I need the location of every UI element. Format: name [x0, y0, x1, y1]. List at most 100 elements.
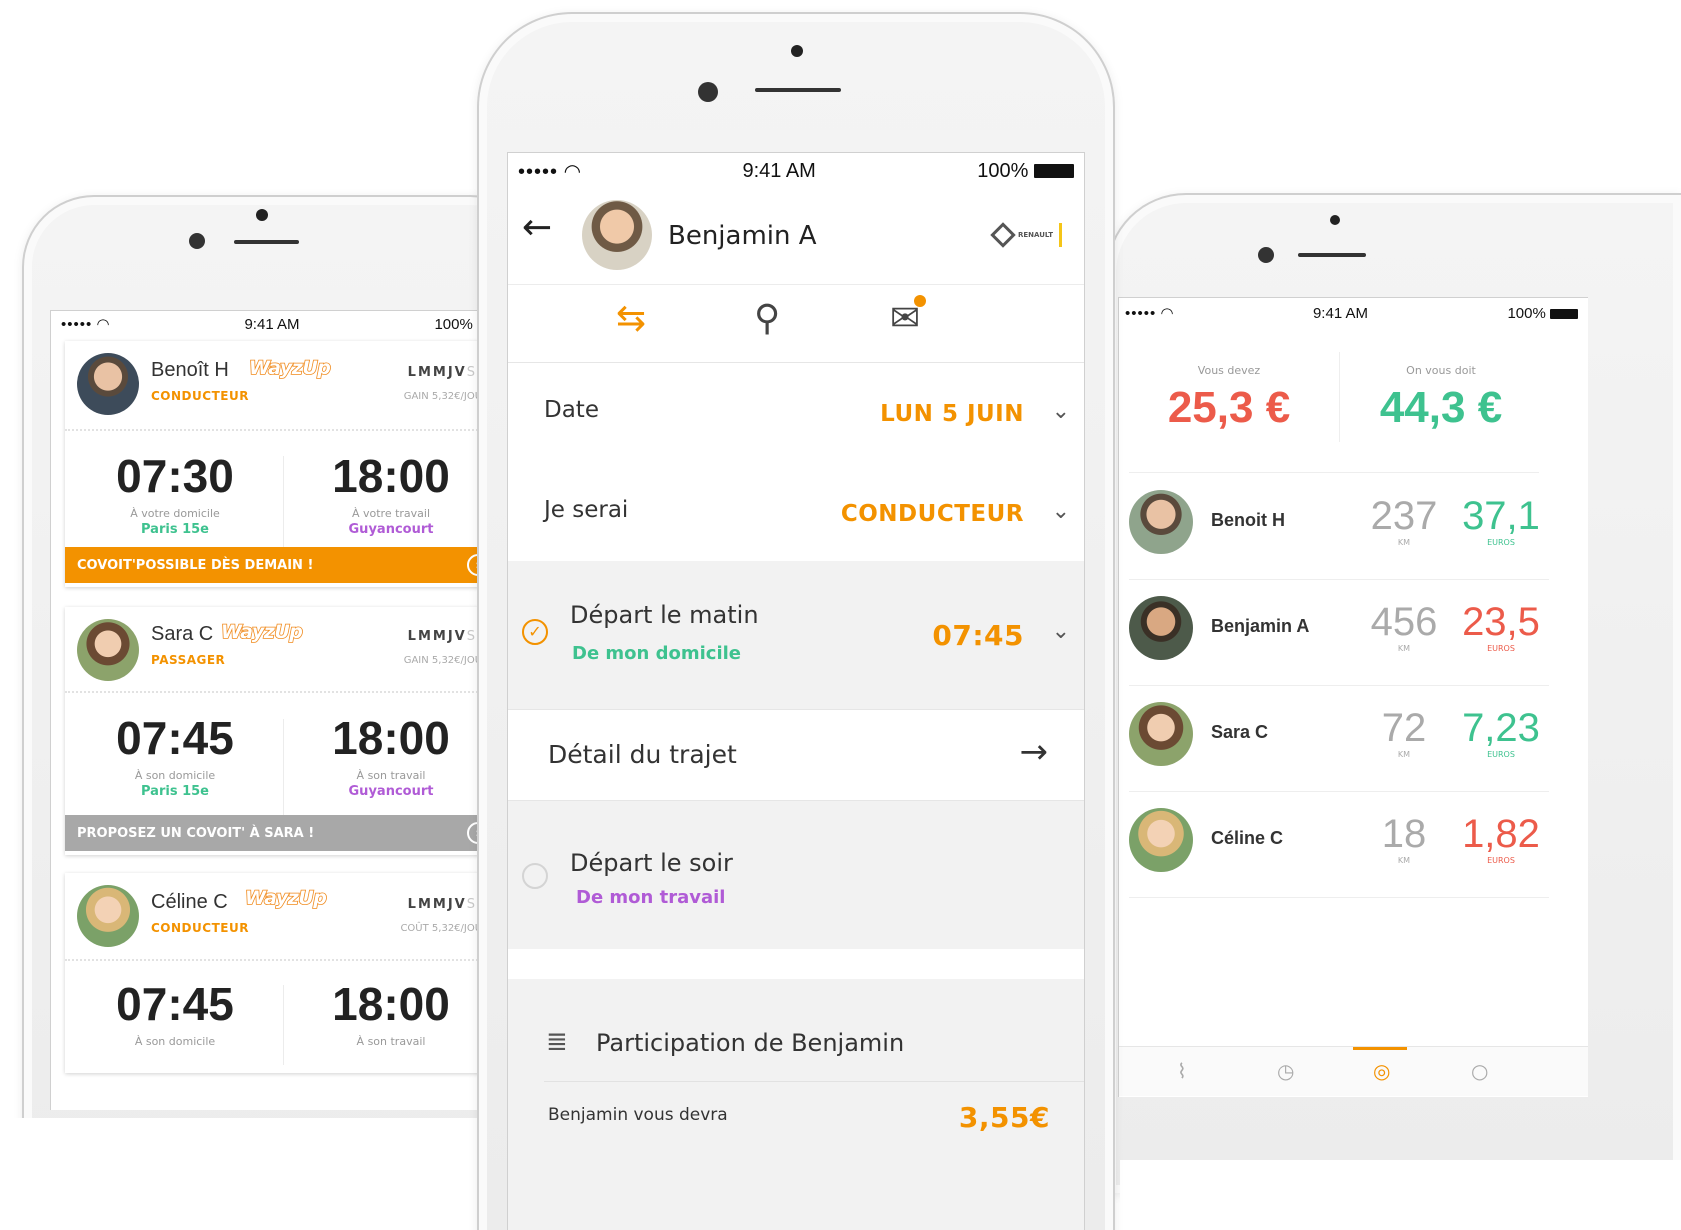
person-name: Sara C [1211, 722, 1269, 742]
trip-detail-label: Détail du trajet [548, 740, 737, 769]
evening-place: Guyancourt [348, 784, 434, 799]
evening-column: 18:00 À son travail [291, 977, 491, 1048]
balance-row[interactable]: Benoit H 237 37,1 KM EUROS [1119, 474, 1549, 580]
tab-bar: ⇆ ⚲ ✉ [508, 285, 1084, 363]
km-unit: KM [1397, 538, 1411, 547]
km-value: 72 [1381, 706, 1427, 750]
driver-name: Céline C [151, 891, 228, 913]
back-arrow-icon[interactable]: ← [522, 207, 552, 248]
avatar [582, 200, 652, 270]
route-icon[interactable]: ⌇ [1177, 1059, 1187, 1083]
front-camera [189, 233, 205, 249]
wayzup-logo: WayzUp [248, 356, 332, 380]
right-screen: ••••• ◠ 9:41 AM 100% Vous devez 25,3 € O… [1118, 297, 1588, 1097]
ride-card[interactable]: Céline C WayzUp CONDUCTEUR LMMJVSD COÛT … [65, 873, 501, 1073]
front-camera [698, 82, 718, 102]
participation-line-label: Benjamin vous devra [548, 1105, 728, 1125]
morning-origin: De mon domicile [572, 643, 742, 664]
euro-amount: 37,1 [1462, 494, 1540, 538]
proximity-sensor [256, 209, 268, 221]
banner-button[interactable]: COVOIT'POSSIBLE DÈS DEMAIN ! › [65, 547, 501, 583]
wayzup-logo: WayzUp [220, 620, 304, 644]
km-unit: KM [1397, 750, 1411, 759]
you-owe-label: Vous devez [1197, 364, 1261, 377]
morning-time: 07:30 [116, 450, 234, 502]
km-unit: KM [1397, 644, 1411, 653]
km-value: 18 [1381, 812, 1427, 856]
center-phone: ••••• ◠ 9:41 AM 100% ← Benjamin A RENAUL… [477, 12, 1115, 1230]
morning-column: 07:45 À son domicile [75, 977, 275, 1048]
role-badge: CONDUCTEUR [151, 921, 249, 935]
avatar [77, 619, 139, 681]
morning-place: Paris 15e [141, 522, 209, 537]
driver-name: Sara C [151, 623, 214, 645]
evening-label: À son travail [356, 1035, 426, 1048]
balance-row[interactable]: Céline C 18 1,82 KM EUROS [1119, 792, 1549, 898]
proximity-sensor [1330, 215, 1340, 225]
divider [283, 719, 284, 819]
evening-origin: De mon travail [576, 887, 726, 908]
evening-column: 18:00 À votre travail Guyancourt [291, 449, 491, 537]
participation-section: ≣ Participation de Benjamin Benjamin vou… [508, 949, 1084, 1230]
morning-column: 07:30 À votre domicile Paris 15e [75, 449, 275, 537]
divider [1339, 352, 1340, 442]
owed-to-you-label: On vous doit [1406, 364, 1476, 377]
divider [65, 691, 501, 693]
battery-icon [1550, 308, 1578, 319]
date-value: LUN 5 JUIN [880, 401, 1024, 427]
unchecked-icon[interactable] [522, 863, 548, 889]
evening-time: 18:00 [332, 712, 450, 764]
evening-column: 18:00 À son travail Guyancourt [291, 711, 491, 799]
owed-to-you-summary: On vous doit 44,3 € [1341, 364, 1541, 433]
signal-icon: ••••• [61, 316, 93, 333]
morning-time: 07:45 [116, 712, 234, 764]
battery-percent: 100% [434, 315, 473, 333]
euro-unit: EUROS [1487, 750, 1515, 759]
wallet-icon[interactable]: ◎ [1373, 1059, 1390, 1083]
route-icon[interactable]: ⇆ [616, 297, 646, 341]
euro-unit: EUROS [1487, 856, 1515, 865]
profile-icon[interactable]: ○ [1471, 1059, 1488, 1083]
renault-diamond-icon [990, 222, 1016, 248]
evening-label: À votre travail [351, 507, 431, 520]
clock-icon[interactable]: ◷ [1277, 1059, 1294, 1083]
morning-label: À votre domicile [130, 507, 220, 520]
km-value: 456 [1370, 600, 1438, 644]
km-value: 237 [1370, 494, 1438, 538]
role-row[interactable]: Je serai CONDUCTEUR ⌄ [508, 463, 1084, 561]
contact-name: Benjamin A [668, 221, 817, 251]
rate-text: COÛT 5,32€/JOUR [400, 923, 489, 934]
avatar [77, 885, 139, 947]
chevron-down-icon: ⌄ [1051, 399, 1070, 424]
euro-unit: EUROS [1487, 644, 1515, 653]
evening-label: Départ le soir [570, 849, 733, 877]
checked-icon[interactable]: ✓ [522, 619, 548, 645]
proximity-sensor [791, 45, 803, 57]
battery-icon [1033, 164, 1074, 179]
front-camera [1258, 247, 1274, 263]
chat-icon[interactable]: ✉ [890, 295, 927, 341]
evening-time: 18:00 [332, 978, 450, 1030]
coins-icon: ≣ [546, 1027, 568, 1057]
left-screen: ••••• ◠ 9:41 AM 100% Benoît H WayzUp CON… [50, 310, 518, 1110]
divider [65, 429, 501, 431]
banner-label: PROPOSEZ UN COVOIT' À SARA ! [77, 825, 315, 841]
morning-label: Départ le matin [570, 601, 759, 629]
morning-departure-row[interactable]: ✓ Départ le matin De mon domicile 07:45 … [508, 561, 1084, 709]
person-icon[interactable]: ⚲ [754, 297, 780, 341]
avatar [77, 353, 139, 415]
owed-to-you-amount: 44,3 € [1379, 383, 1503, 432]
trip-detail-row[interactable]: Détail du trajet → [508, 709, 1084, 801]
balance-row[interactable]: Benjamin A 456 23,5 KM EUROS [1119, 580, 1549, 686]
wifi-icon: ◠ [563, 160, 582, 183]
divider [1129, 472, 1539, 473]
banner-button[interactable]: PROPOSEZ UN COVOIT' À SARA ! › [65, 815, 501, 851]
evening-departure-row[interactable]: Départ le soir De mon travail [508, 801, 1084, 949]
divider [65, 959, 501, 961]
status-bar: ••••• ◠ 9:41 AM 100% [1119, 298, 1588, 328]
earpiece [755, 88, 841, 92]
arrow-right-icon: → [1019, 732, 1049, 772]
date-row[interactable]: Date LUN 5 JUIN ⌄ [508, 363, 1084, 464]
euro-amount: 23,5 [1462, 600, 1540, 644]
balance-row[interactable]: Sara C 72 7,23 KM EUROS [1119, 686, 1549, 792]
